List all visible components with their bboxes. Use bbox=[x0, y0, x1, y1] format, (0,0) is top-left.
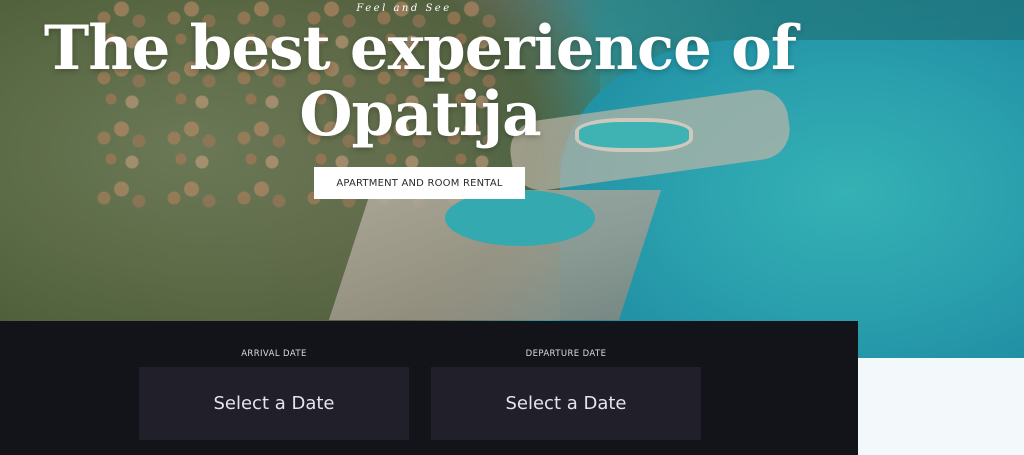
departure-date-label: DEPARTURE DATE bbox=[525, 349, 607, 359]
hero-headline: The best experience of Opatija bbox=[0, 16, 840, 148]
arrival-date-label: ARRIVAL DATE bbox=[241, 349, 307, 359]
hero-headline-line1: The best experience of bbox=[43, 13, 797, 84]
booking-panel bbox=[0, 321, 858, 455]
hero-headline-line2: Opatija bbox=[299, 79, 541, 150]
arrival-date-picker[interactable]: Select a Date bbox=[139, 367, 409, 440]
rental-cta-button[interactable]: APARTMENT AND ROOM RENTAL bbox=[314, 167, 525, 199]
departure-date-picker[interactable]: Select a Date bbox=[431, 367, 701, 440]
page: Feel and See The best experience of Opat… bbox=[0, 0, 1024, 455]
